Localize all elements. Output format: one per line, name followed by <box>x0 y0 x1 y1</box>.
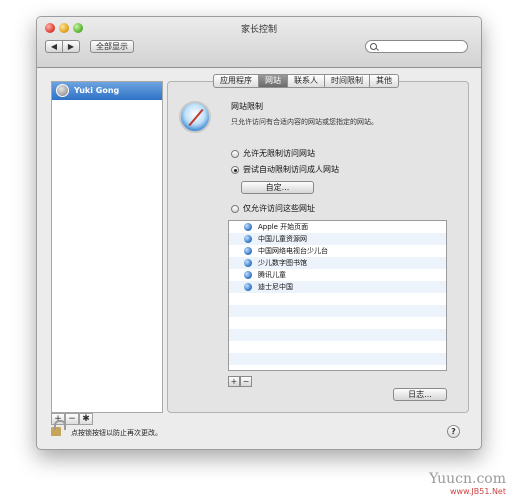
tab-applications[interactable]: 应用程序 <box>213 74 259 88</box>
radio-allow-only-these[interactable] <box>231 205 239 213</box>
site-label: 中国网络电视台少儿台 <box>258 247 328 255</box>
remove-user-button[interactable]: − <box>65 413 79 425</box>
show-all-button[interactable]: 全部显示 <box>90 40 134 53</box>
lock-hint-text: 点按锁按钮以防止再次更改。 <box>71 429 162 437</box>
globe-icon <box>244 223 252 231</box>
watermark: Yuucn.com www.JB51.Net <box>429 471 506 496</box>
window-title: 家长控制 <box>240 25 277 35</box>
help-button[interactable]: ? <box>447 425 460 438</box>
globe-icon <box>244 235 252 243</box>
radio-limit-adult-label[interactable]: 尝试自动限制访问成人网站 <box>243 164 339 175</box>
allowed-sites-list[interactable]: Apple 开始页面 中国儿童资源网 中国网络电视台少儿台 少儿数字图书馆 腾讯… <box>228 220 447 371</box>
site-label: Apple 开始页面 <box>258 223 309 231</box>
preferences-window: 家长控制 ◀ ▶ 全部显示 Yuki Gong + − ✱ 应用程序 网站 联系… <box>36 16 482 450</box>
site-label: 腾讯儿童 <box>258 271 286 279</box>
add-site-button[interactable]: + <box>228 376 240 387</box>
list-item[interactable]: 腾讯儿童 <box>229 269 446 281</box>
globe-icon <box>244 247 252 255</box>
lock-icon[interactable] <box>51 420 66 436</box>
site-label: 中国儿童资源网 <box>258 235 307 243</box>
watermark-sub: www.JB51.Net <box>449 487 506 496</box>
globe-icon <box>244 283 252 291</box>
safari-compass-icon <box>179 101 211 133</box>
user-name: Yuki Gong <box>74 86 120 95</box>
remove-site-button[interactable]: − <box>240 376 252 387</box>
list-item[interactable]: 中国网络电视台少儿台 <box>229 245 446 257</box>
section-title: 网站限制 <box>231 102 263 111</box>
customize-button[interactable]: 自定... <box>241 181 314 194</box>
tab-websites[interactable]: 网站 <box>259 74 288 88</box>
globe-icon <box>244 259 252 267</box>
logs-button[interactable]: 日志... <box>393 388 447 401</box>
tab-time-limits[interactable]: 时间限制 <box>325 74 370 88</box>
forward-button[interactable]: ▶ <box>62 40 80 53</box>
list-item[interactable]: 迪士尼中国 <box>229 281 446 293</box>
tab-other[interactable]: 其他 <box>370 74 399 88</box>
radio-unrestricted-label[interactable]: 允许无限制访问网站 <box>243 148 315 159</box>
search-field[interactable] <box>365 40 468 53</box>
gear-icon[interactable]: ✱ <box>79 413 93 425</box>
site-label: 迪士尼中国 <box>258 283 293 291</box>
user-list[interactable]: Yuki Gong <box>51 81 163 413</box>
title-toolbar: 家长控制 ◀ ▶ 全部显示 <box>37 17 481 68</box>
section-description: 只允许访问有合适内容的网站或您指定的网站。 <box>231 118 378 126</box>
user-list-item[interactable]: Yuki Gong <box>52 82 162 100</box>
list-item[interactable]: Apple 开始页面 <box>229 221 446 233</box>
radio-allow-only-these-label[interactable]: 仅允许访问这些网址 <box>243 203 315 214</box>
tab-contacts[interactable]: 联系人 <box>288 74 325 88</box>
avatar <box>56 84 69 97</box>
search-icon <box>370 43 377 50</box>
radio-limit-adult[interactable] <box>231 166 239 174</box>
back-button[interactable]: ◀ <box>45 40 63 53</box>
list-item[interactable]: 中国儿童资源网 <box>229 233 446 245</box>
globe-icon <box>244 271 252 279</box>
watermark-main: Yuucn.com <box>429 471 506 487</box>
tab-bar: 应用程序 网站 联系人 时间限制 其他 <box>213 74 399 88</box>
list-item[interactable]: 少儿数字图书馆 <box>229 257 446 269</box>
site-label: 少儿数字图书馆 <box>258 259 307 267</box>
radio-unrestricted[interactable] <box>231 150 239 158</box>
